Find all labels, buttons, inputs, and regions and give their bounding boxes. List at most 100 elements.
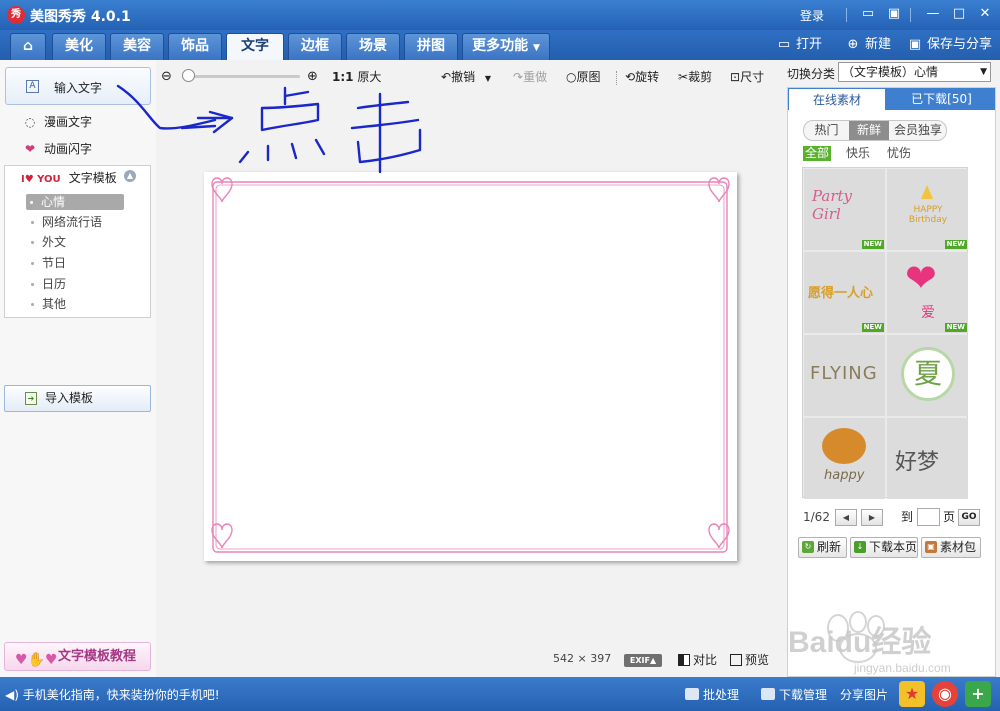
tab-more-features[interactable]: 更多功能 ▼ xyxy=(462,33,550,60)
material-tile[interactable]: FLYING xyxy=(804,335,885,416)
download-manager-button[interactable]: 下载管理 xyxy=(761,686,827,703)
material-tile[interactable]: 愿得一人心 NEW xyxy=(804,252,885,333)
tab-collage[interactable]: 拼图 xyxy=(404,33,458,60)
tab-frame[interactable]: 边框 xyxy=(288,33,342,60)
login-link[interactable]: 登录 xyxy=(800,7,824,24)
chat-icon[interactable]: ▭ xyxy=(859,5,877,23)
save-share-button[interactable]: ▣ 保存与分享 xyxy=(907,35,992,55)
preview-button[interactable]: 预览 xyxy=(730,651,769,668)
filter-all[interactable]: 全部 xyxy=(803,146,832,161)
redo-button[interactable]: ↷重做 xyxy=(513,69,547,85)
undo-button[interactable]: ↶撤销 ▼ xyxy=(441,69,491,87)
hand-hearts-icon: ♥✋♥ xyxy=(15,652,58,668)
undo-label: 撤销 xyxy=(451,70,476,84)
tab-beauty[interactable]: 美容 xyxy=(110,33,164,60)
chevron-down-icon[interactable]: ▼ xyxy=(485,74,491,83)
material-tile[interactable]: Party Girl NEW xyxy=(804,169,885,250)
animated-text-button[interactable]: ❤ 动画闪字 xyxy=(22,140,92,158)
compare-button[interactable]: 对比 xyxy=(678,651,717,668)
material-tile[interactable]: HAPPY Birthday NEW xyxy=(887,169,968,250)
segment-member-only[interactable]: 会员独享 xyxy=(889,121,946,140)
circle-icon: ○ xyxy=(566,70,577,84)
crop-button[interactable]: ✂裁剪 xyxy=(678,69,712,85)
download-page-button[interactable]: ↓ 下载本页 xyxy=(850,537,918,558)
skin-icon[interactable]: ▣ xyxy=(885,5,903,23)
text-template-panel: I♥ YOU 文字模板 ▲ 心情 网络流行语 外文 节日 日历 其他 xyxy=(4,165,151,318)
open-button[interactable]: ▭ 打开 xyxy=(776,35,822,55)
comic-text-button[interactable]: ◌ 漫画文字 xyxy=(22,113,92,131)
tile-text: Party Girl xyxy=(812,187,853,223)
tile-text: FLYING xyxy=(810,363,878,384)
new-button[interactable]: ⊕ 新建 xyxy=(845,35,891,55)
resize-button[interactable]: ⊡尺寸 xyxy=(730,69,764,85)
qzone-star-icon[interactable]: ★ xyxy=(899,681,925,707)
template-item-foreign[interactable]: 外文 xyxy=(31,234,66,250)
zoom-slider-handle[interactable] xyxy=(182,69,195,82)
category-select[interactable]: （文字模板）心情 ▼ xyxy=(838,62,991,82)
zoom-in-icon[interactable]: ⊕ xyxy=(307,69,318,84)
segment-hot[interactable]: 热门 xyxy=(804,121,849,140)
material-pack-button[interactable]: ▣ 素材包 xyxy=(921,537,981,558)
text-template-label: 文字模板 xyxy=(68,171,117,185)
minimize-icon[interactable]: — xyxy=(924,5,942,23)
add-share-icon[interactable]: + xyxy=(965,681,991,707)
toolbar-separator xyxy=(616,71,617,85)
filter-happy[interactable]: 快乐 xyxy=(846,146,870,161)
sun-icon xyxy=(822,428,866,464)
close-icon[interactable]: ✕ xyxy=(976,5,994,23)
prev-page-button[interactable]: ◀ xyxy=(835,509,857,526)
chevron-down-icon: ▼ xyxy=(980,67,987,77)
template-item-holiday[interactable]: 节日 xyxy=(31,255,66,271)
refresh-button[interactable]: ↻ 刷新 xyxy=(798,537,847,558)
batch-process-button[interactable]: 批处理 xyxy=(685,686,739,703)
tab-home[interactable]: ⌂ xyxy=(10,33,46,60)
image-height: 397 xyxy=(590,652,612,665)
home-icon: ⌂ xyxy=(22,38,34,54)
category-select-value: （文字模板）心情 xyxy=(842,65,939,79)
pagination: 1/62 ◀ ▶ 到 页 GO xyxy=(803,508,993,528)
text-box-icon: A xyxy=(26,80,39,93)
material-tile[interactable]: ❤ 爱 NEW xyxy=(887,252,968,333)
material-tile[interactable]: happy xyxy=(804,418,885,499)
template-item-label: 其他 xyxy=(42,297,67,311)
zoom-slider-track[interactable] xyxy=(182,75,300,78)
tab-online-materials[interactable]: 在线素材 xyxy=(788,88,886,110)
tab-downloaded[interactable]: 已下载[50] xyxy=(888,88,995,110)
rotate-button[interactable]: ⟲旋转 xyxy=(625,69,659,85)
template-item-calendar[interactable]: 日历 xyxy=(31,276,66,292)
speaker-icon: ◀) xyxy=(5,688,19,702)
collapse-icon[interactable]: ▲ xyxy=(124,170,136,182)
tab-accessories[interactable]: 饰品 xyxy=(168,33,222,60)
weibo-icon[interactable]: ◉ xyxy=(932,681,958,707)
zoom-out-icon[interactable]: ⊖ xyxy=(161,69,172,84)
tab-beautify[interactable]: 美化 xyxy=(52,33,106,60)
actual-size-button[interactable]: 1:1 原大 xyxy=(332,69,381,85)
input-text-button[interactable]: A 输入文字 xyxy=(5,67,151,105)
go-button[interactable]: GO xyxy=(958,509,980,526)
material-tile[interactable]: 夏 xyxy=(887,335,968,416)
page-number-input[interactable] xyxy=(917,508,940,526)
sparkle-heart-icon: ❤ xyxy=(24,142,36,156)
material-tile[interactable]: 好梦 xyxy=(887,418,968,499)
tutorial-button[interactable]: ♥✋♥ 文字模板教程 xyxy=(4,642,151,671)
maximize-icon[interactable]: □ xyxy=(950,5,968,23)
exif-button[interactable]: EXIF▲ xyxy=(624,654,662,667)
tab-text[interactable]: 文字 xyxy=(226,33,284,60)
filter-sad[interactable]: 忧伤 xyxy=(887,146,911,161)
template-item-mood[interactable]: 心情 xyxy=(26,194,124,210)
phone-guide-link[interactable]: ◀) 手机美化指南，快来装扮你的手机吧! xyxy=(5,686,220,703)
segment-fresh[interactable]: 新鲜 xyxy=(849,121,889,140)
left-panel: A 输入文字 ◌ 漫画文字 ❤ 动画闪字 I♥ YOU 文字模板 ▲ 心情 网络流行语… xyxy=(0,60,156,677)
text-template-header[interactable]: I♥ YOU 文字模板 xyxy=(21,169,117,186)
next-page-button[interactable]: ▶ xyxy=(861,509,883,526)
tab-scene[interactable]: 场景 xyxy=(346,33,400,60)
input-text-label: 输入文字 xyxy=(54,81,103,95)
resize-label: 尺寸 xyxy=(740,70,765,84)
photo-canvas[interactable] xyxy=(204,172,737,561)
page-indicator: 1/62 xyxy=(803,510,830,524)
template-item-other[interactable]: 其他 xyxy=(31,296,66,312)
original-image-button[interactable]: ○原图 xyxy=(566,69,601,85)
scissors-icon: ✂ xyxy=(678,70,689,84)
template-item-internet-slang[interactable]: 网络流行语 xyxy=(31,214,102,230)
import-template-button[interactable]: ➔ 导入模板 xyxy=(4,385,151,412)
